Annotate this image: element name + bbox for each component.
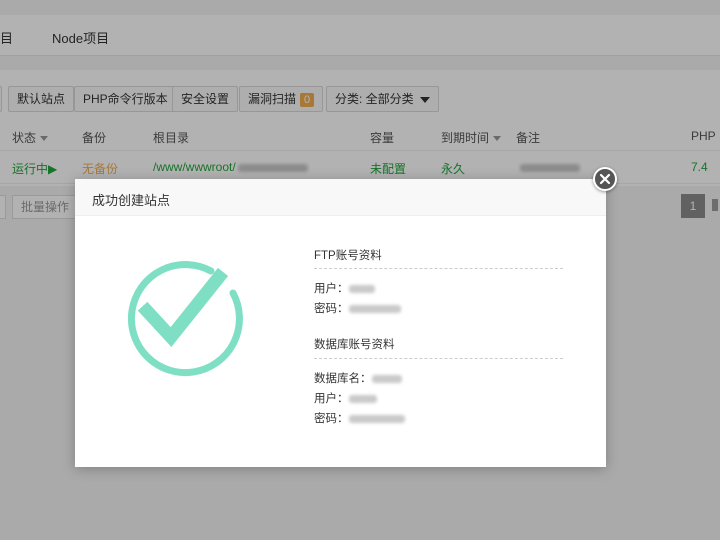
db-pass-label: 密码：	[314, 413, 349, 425]
ftp-pass-value[interactable]	[348, 304, 401, 313]
db-divider	[314, 358, 563, 359]
check-circle-icon	[128, 261, 243, 376]
db-name-label: 数据库名：	[314, 373, 372, 385]
ftp-divider	[314, 268, 563, 269]
db-pass-value[interactable]	[348, 414, 405, 423]
db-section-title: 数据库账号资料	[314, 339, 395, 351]
close-dialog-button[interactable]	[593, 167, 617, 191]
ftp-pass-row: 密码：	[314, 300, 401, 316]
db-name-row: 数据库名：	[314, 370, 402, 386]
db-pass-row: 密码：	[314, 410, 405, 426]
site-created-dialog: 成功创建站点 FTP账号资料 用户： 密码： 数据库账号资料 数据库名： 用户：…	[75, 179, 606, 467]
db-user-value[interactable]	[348, 394, 377, 403]
dialog-title: 成功创建站点	[92, 193, 171, 208]
ftp-user-label: 用户：	[314, 283, 349, 295]
db-name-value[interactable]	[371, 374, 402, 383]
dialog-header: 成功创建站点	[75, 179, 606, 216]
ftp-user-value[interactable]	[348, 284, 375, 293]
close-icon	[599, 173, 611, 185]
ftp-section-title: FTP账号资料	[314, 250, 382, 262]
db-user-label: 用户：	[314, 393, 349, 405]
ftp-pass-label: 密码：	[314, 303, 349, 315]
db-user-row: 用户：	[314, 390, 377, 406]
ftp-user-row: 用户：	[314, 280, 375, 296]
